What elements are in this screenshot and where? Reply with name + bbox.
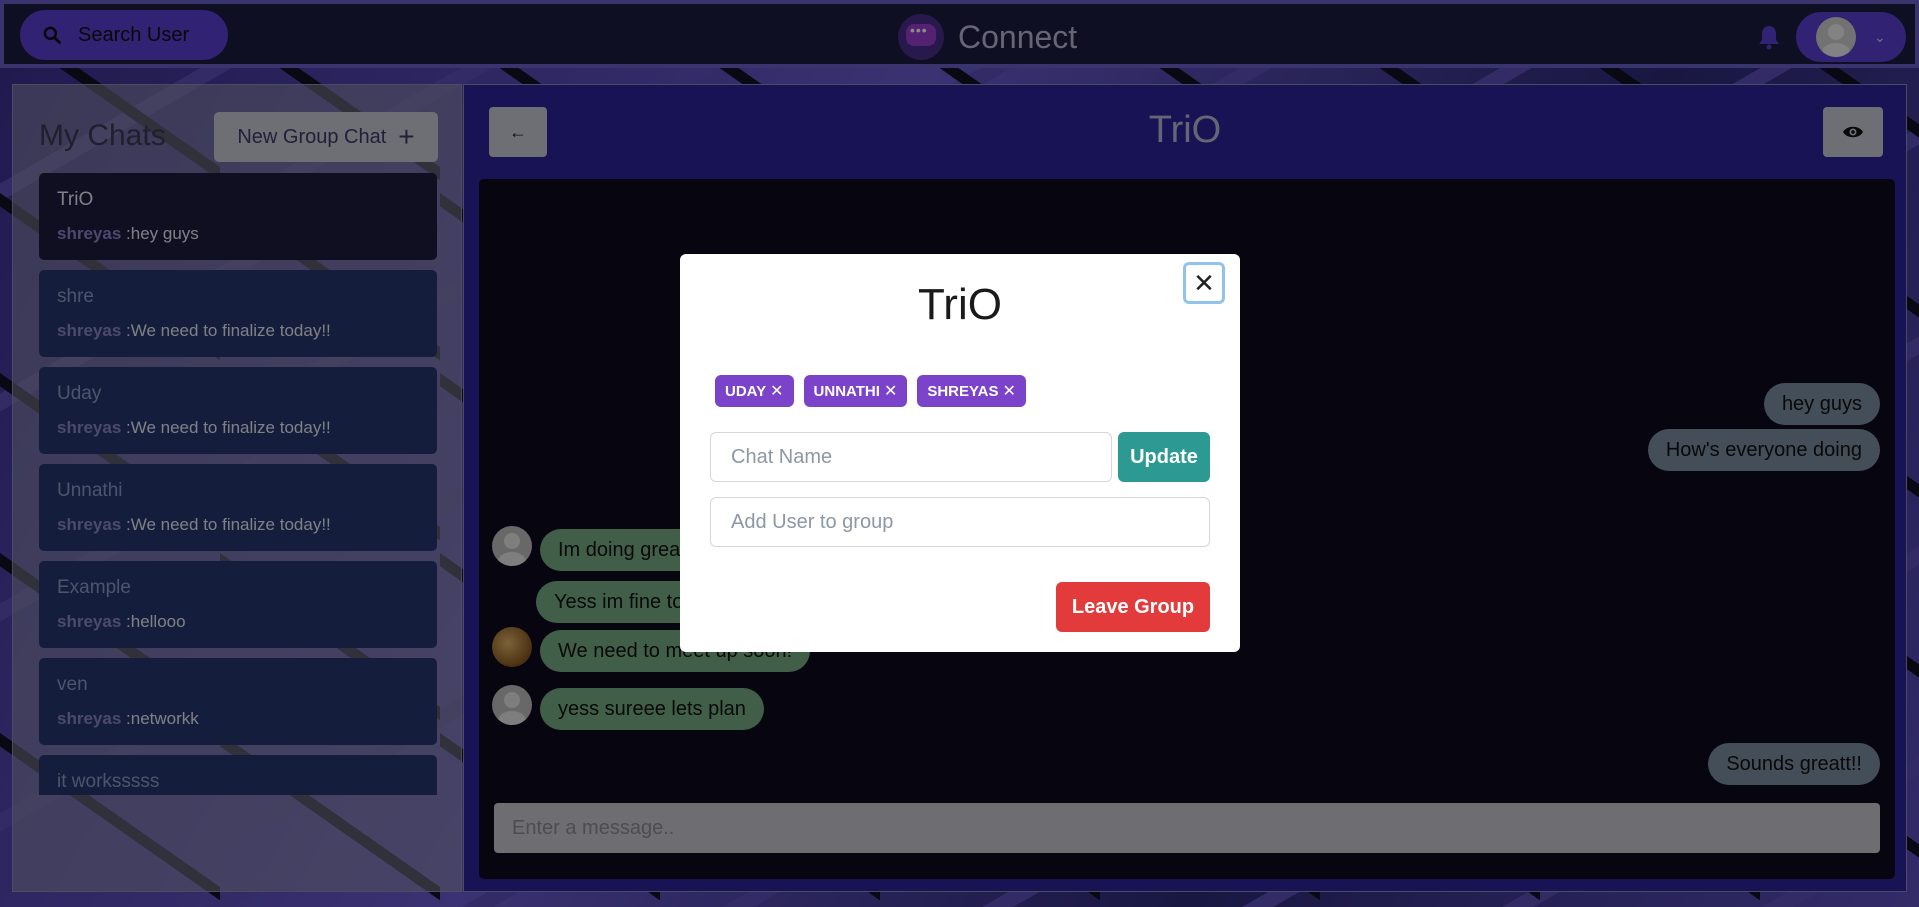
remove-icon[interactable]: ✕ [884, 381, 897, 401]
modal-title: TriO [918, 280, 1002, 329]
member-badges: UDAY ✕ UNNATHI ✕ SHREYAS ✕ [715, 375, 1026, 407]
member-badge-shreyas[interactable]: SHREYAS ✕ [917, 375, 1026, 407]
group-settings-modal: TriO ✕ UDAY ✕ UNNATHI ✕ SHREYAS ✕ Update… [680, 254, 1240, 652]
chat-name-input[interactable] [710, 432, 1112, 482]
member-badge-uday[interactable]: UDAY ✕ [715, 375, 794, 407]
remove-icon[interactable]: ✕ [770, 381, 783, 401]
close-icon: ✕ [1193, 267, 1215, 298]
remove-icon[interactable]: ✕ [1002, 381, 1015, 401]
update-button[interactable]: Update [1118, 432, 1210, 482]
add-user-input[interactable] [710, 497, 1210, 547]
member-badge-unnathi[interactable]: UNNATHI ✕ [803, 375, 908, 407]
leave-group-button[interactable]: Leave Group [1056, 582, 1210, 632]
member-name: UDAY [725, 382, 767, 400]
member-name: SHREYAS [927, 382, 999, 400]
close-button[interactable]: ✕ [1183, 262, 1225, 304]
member-name: UNNATHI [813, 382, 880, 400]
